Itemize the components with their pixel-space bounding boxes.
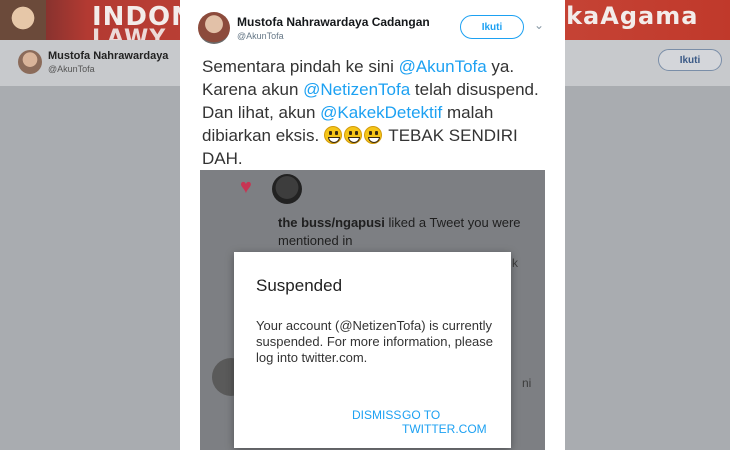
- grinning-emoji-icon: [343, 126, 362, 144]
- notification-avatar: [272, 174, 302, 204]
- author-handle[interactable]: @AkunTofa: [237, 31, 284, 41]
- mention-link[interactable]: @NetizenTofa: [303, 80, 410, 99]
- profile-handle: @AkunTofa: [48, 64, 95, 74]
- banner-text-left: INDON LAWY: [92, 2, 194, 40]
- banner-text-right: ukaAgama: [548, 2, 699, 30]
- grinning-emoji-icon: [363, 126, 382, 144]
- author-avatar[interactable]: [198, 12, 230, 44]
- dialog-body: Your account (@NetizenTofa) is currently…: [256, 318, 494, 365]
- profile-name[interactable]: Mustofa Nahrawardaya: [48, 50, 168, 62]
- banner-photo: [0, 0, 46, 40]
- mention-link[interactable]: @AkunTofa: [399, 57, 487, 76]
- dismiss-button[interactable]: DISMISS: [352, 408, 401, 422]
- dialog-title: Suspended: [256, 276, 343, 295]
- profile-avatar[interactable]: [18, 50, 42, 74]
- chevron-down-icon[interactable]: ⌄: [534, 18, 544, 32]
- notification-text: the buss/ngapusi liked a Tweet you were …: [278, 215, 521, 248]
- go-to-twitter-button[interactable]: GO TO TWITTER.COM: [402, 408, 511, 436]
- obscured-text: ni: [522, 376, 532, 390]
- suspended-dialog: Suspended Your account (@NetizenTofa) is…: [234, 252, 511, 448]
- tweet-card: Mustofa Nahrawardaya Cadangan @AkunTofa …: [180, 0, 565, 450]
- follow-button[interactable]: Ikuti: [460, 15, 524, 39]
- author-name[interactable]: Mustofa Nahrawardaya Cadangan: [237, 15, 430, 29]
- obscured-text: k: [512, 256, 518, 270]
- banner-text-left-line2: LAWY: [92, 26, 167, 40]
- tweet-text: Sementara pindah ke sini @AkunTofa ya. K…: [202, 57, 539, 168]
- grinning-emoji-icon: [323, 126, 342, 144]
- attached-screenshot[interactable]: ♥ the buss/ngapusi liked a Tweet you wer…: [200, 170, 545, 450]
- mention-link[interactable]: @KakekDetektif: [320, 103, 442, 122]
- heart-icon: ♥: [240, 176, 252, 198]
- profile-follow-button[interactable]: Ikuti: [658, 49, 722, 71]
